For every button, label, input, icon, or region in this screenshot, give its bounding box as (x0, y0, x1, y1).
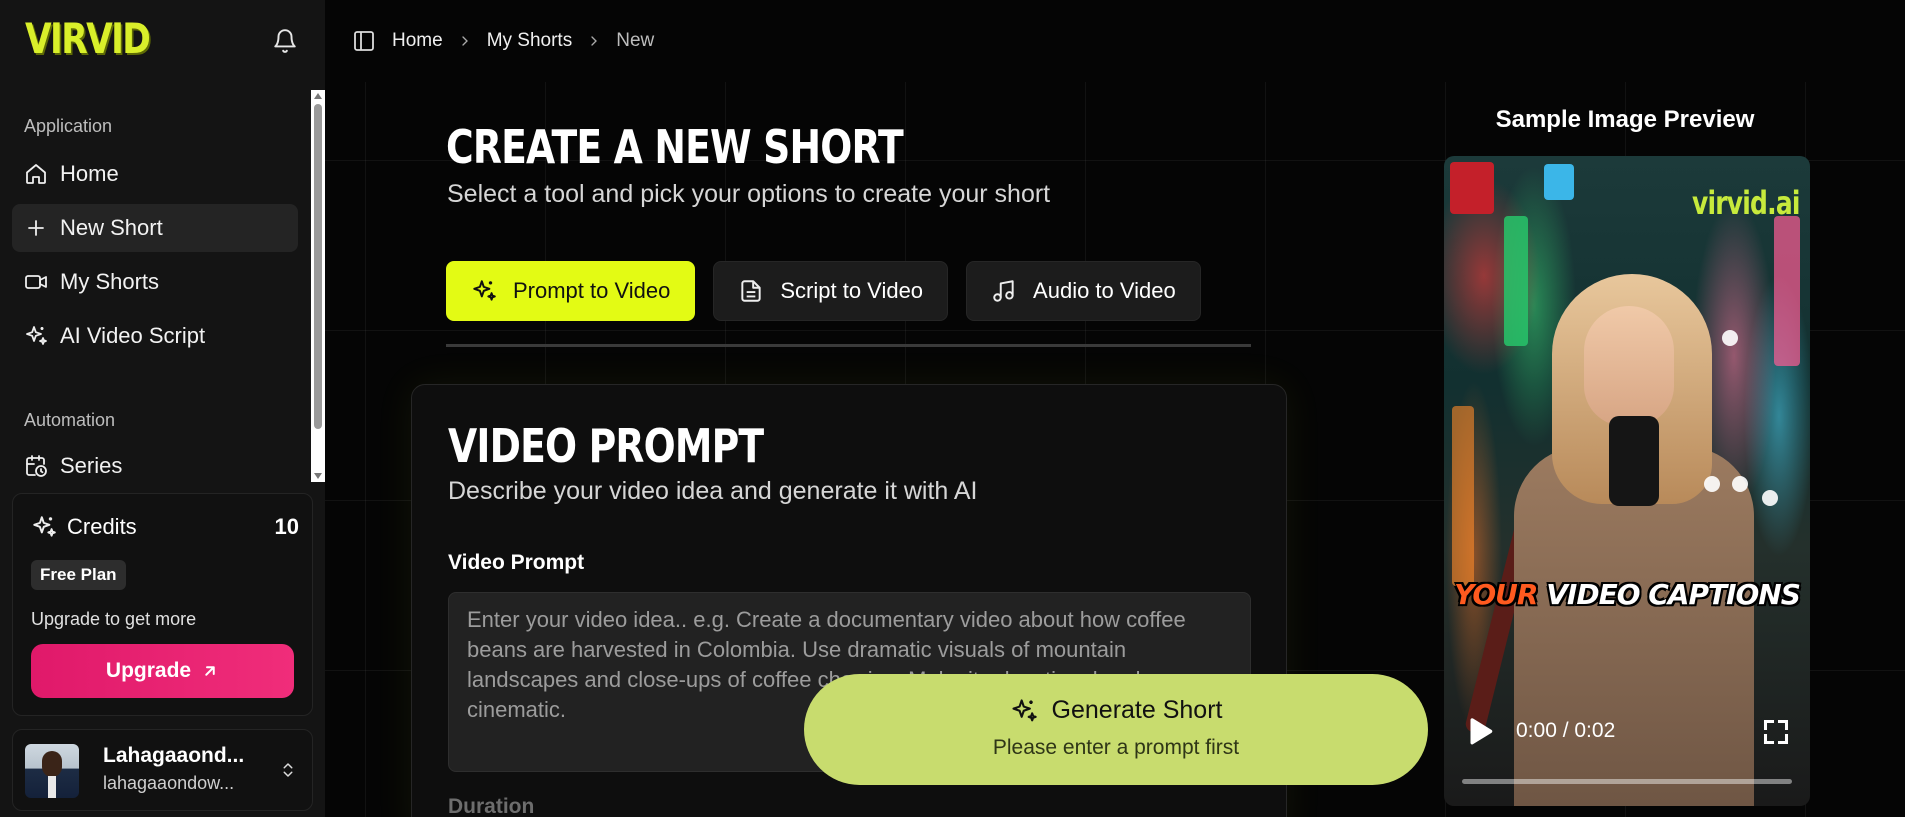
video-time: 0:00 / 0:02 (1516, 719, 1616, 742)
scroll-up-arrow[interactable] (314, 93, 322, 99)
plus-icon (28, 220, 44, 236)
upgrade-button[interactable]: Upgrade (31, 644, 294, 698)
play-icon[interactable] (1462, 714, 1496, 750)
chevron-right-icon (591, 36, 598, 46)
breadcrumb-current: New (616, 30, 655, 51)
main-content: Home My Shorts New CREATE A NEW SHORT Se… (325, 0, 1905, 817)
caption-highlight: YOUR (1454, 578, 1538, 611)
music-note-icon (993, 280, 1014, 302)
generate-short-label: Generate Short (1051, 696, 1223, 724)
page-title: CREATE A NEW SHORT (446, 120, 904, 174)
sidebar-item-home[interactable]: Home (12, 150, 298, 198)
sidebar-item-label: AI Video Script (60, 323, 206, 348)
neon-sign (1774, 216, 1800, 366)
video-caption: YOUR VIDEO CAPTIONS (1444, 578, 1810, 611)
bokeh-light (1732, 476, 1748, 492)
sidebar-item-label: Series (60, 453, 123, 478)
video-progress-bar[interactable] (1462, 779, 1792, 784)
neon-sign (1504, 216, 1528, 346)
credits-count: 10 (274, 514, 299, 539)
page-subtitle: Select a tool and pick your options to c… (447, 180, 1051, 208)
breadcrumb-my-shorts[interactable]: My Shorts (487, 30, 573, 52)
chevron-right-icon (462, 36, 468, 46)
sidebar-scrollbar[interactable] (311, 90, 325, 482)
video-icon (25, 275, 47, 289)
tab-label: Script to Video (780, 278, 924, 303)
section-title-application: Application (24, 116, 113, 136)
scrollbar-thumb[interactable] (314, 104, 322, 429)
user-name: Lahagaaond... (103, 744, 245, 767)
tabs-divider (446, 344, 1251, 347)
upgrade-text: Upgrade to get more (31, 609, 197, 629)
app-logo[interactable]: VIRVID (25, 14, 151, 63)
section-title-automation: Automation (24, 410, 116, 430)
sidebar-toggle-icon[interactable] (352, 29, 376, 53)
sidebar-item-ai-video-script[interactable]: AI Video Script (12, 312, 298, 360)
fullscreen-icon[interactable] (1762, 718, 1790, 746)
preview-watermark: virvid.ai (1692, 184, 1800, 222)
neon-sign (1450, 162, 1494, 214)
video-prompt-label: Video Prompt (448, 551, 585, 574)
credits-header: Credits 10 (31, 514, 299, 540)
caption-text: VIDEO CAPTIONS (1537, 578, 1801, 611)
scroll-down-arrow[interactable] (314, 473, 322, 479)
bokeh-light (1704, 476, 1720, 492)
user-email: lahagaaondow... (103, 773, 235, 793)
chevrons-up-down-icon (283, 763, 293, 777)
sidebar-item-label: Home (60, 161, 119, 186)
arrow-up-right-icon (205, 666, 215, 676)
neon-sign (1544, 164, 1574, 200)
tab-label: Prompt to Video (513, 278, 671, 303)
sidebar-nav: Application Home New Short My Shorts AI … (0, 92, 312, 482)
preview-title: Sample Image Preview (1495, 106, 1755, 133)
tab-script-to-video[interactable]: Script to Video (713, 261, 949, 321)
sample-video-player[interactable]: virvid.ai YOUR VIDEO CAPTIONS 0:00 / 0:0… (1444, 156, 1810, 806)
plan-badge: Free Plan (31, 560, 126, 590)
tool-tabs: Prompt to Video Script to Video Audio to… (446, 261, 1201, 321)
duration-label: Duration (448, 795, 535, 817)
avatar (25, 744, 79, 798)
bokeh-light (1762, 490, 1778, 506)
generate-short-button[interactable]: Generate Short Please enter a prompt fir… (804, 674, 1428, 785)
person-turtleneck (1609, 416, 1659, 506)
sparkles-icon (26, 326, 47, 345)
tab-prompt-to-video[interactable]: Prompt to Video (446, 261, 696, 321)
sidebar-item-label: My Shorts (60, 269, 160, 294)
bokeh-light (1722, 330, 1738, 346)
generate-short-title: Generate Short (804, 696, 1428, 725)
card-subtitle: Describe your video idea and generate it… (448, 477, 978, 505)
person-face (1584, 306, 1674, 426)
sidebar-item-series[interactable]: Series (12, 442, 298, 482)
neon-sign (1452, 406, 1474, 586)
tab-label: Audio to Video (1033, 278, 1176, 303)
sparkles-icon (33, 516, 56, 537)
credits-card: Credits 10 Free Plan Upgrade to get more… (12, 493, 313, 716)
sidebar: VIRVID Application Home New Short My Sho… (0, 0, 325, 817)
home-icon (26, 164, 46, 184)
card-title: VIDEO PROMPT (448, 419, 764, 473)
generate-short-hint: Please enter a prompt first (992, 736, 1240, 759)
sparkles-icon (473, 280, 496, 301)
document-icon (741, 280, 762, 302)
tab-audio-to-video[interactable]: Audio to Video (966, 261, 1201, 321)
breadcrumb: Home My Shorts New (392, 30, 654, 52)
breadcrumb-home[interactable]: Home (392, 30, 443, 52)
topbar: Home My Shorts New (325, 0, 1905, 82)
user-menu[interactable]: Lahagaaond... lahagaaondow... (12, 729, 313, 811)
bell-icon[interactable] (272, 28, 298, 54)
credits-label: Credits (67, 514, 137, 539)
calendar-clock-icon (26, 455, 47, 477)
sidebar-item-my-shorts[interactable]: My Shorts (12, 258, 298, 306)
sparkles-icon (1011, 698, 1037, 721)
sidebar-item-new-short[interactable]: New Short (12, 204, 298, 252)
upgrade-button-label: Upgrade (105, 659, 192, 682)
sidebar-item-label: New Short (60, 215, 163, 240)
